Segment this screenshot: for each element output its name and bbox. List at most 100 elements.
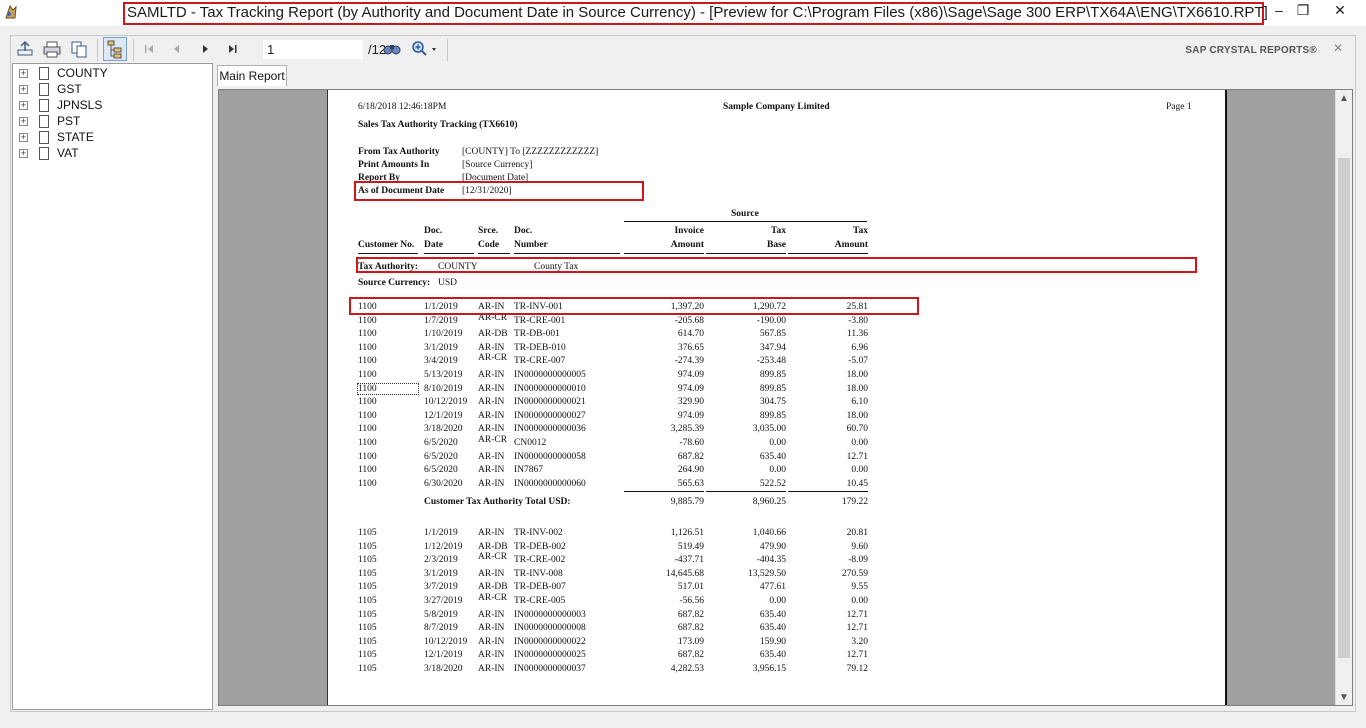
tax-base-cell: -253.48 (756, 356, 786, 367)
report-row: 1105 8/7/2019 AR-IN IN0000000000008 687.82 63… (328, 623, 1225, 636)
tree-item-label: STATE (57, 130, 94, 144)
tax-amount-cell: 3.20 (851, 636, 868, 647)
srce-code-cell: AR-CR (478, 353, 508, 364)
find-icon[interactable] (382, 39, 402, 59)
report-row: 1105 12/1/2019 AR-IN IN0000000000025 687.82 6… (328, 650, 1225, 663)
scroll-thumb[interactable] (1338, 158, 1350, 658)
last-page-icon[interactable] (223, 39, 243, 59)
doc-date-cell: 3/18/2020 (424, 424, 463, 435)
first-page-icon[interactable] (139, 39, 159, 59)
invoice-amount-cell: 519.49 (677, 541, 704, 552)
tax-base-cell: 635.40 (759, 623, 786, 634)
tree-item-label: COUNTY (57, 66, 108, 80)
tax-amount-cell: 0.00 (851, 465, 868, 476)
param-label: Print Amounts In (358, 160, 430, 170)
tab-main-report[interactable]: Main Report (217, 65, 287, 86)
window-title: SAMLTD - Tax Tracking Report (by Authori… (127, 4, 1268, 21)
close-view-icon[interactable]: ✕ (1333, 41, 1343, 55)
tax-amount-cell: 11.36 (846, 329, 868, 340)
group-total-tax: 179.22 (841, 497, 868, 507)
report-row: 1105 3/27/2019 AR-CR TR-CRE-005 -56.56 0.00 0.… (328, 593, 1225, 609)
tax-amount-cell: 270.59 (841, 568, 868, 579)
vertical-scrollbar[interactable]: ▲ ▼ (1335, 90, 1352, 705)
tax-amount-cell: 18.00 (846, 383, 868, 394)
copy-icon[interactable] (69, 39, 89, 59)
report-viewer[interactable]: 6/18/2018 12:46:18PM Sample Company Limi… (218, 89, 1353, 706)
doc-number-cell: IN0000000000008 (514, 623, 586, 634)
tax-amount-cell: 9.55 (851, 582, 868, 593)
brand-label: SAP CRYSTAL REPORTS® (1185, 45, 1317, 56)
report-row: 1105 3/7/2019 AR-DB TR-DEB-007 517.01 477.61 9… (328, 582, 1225, 595)
expand-icon[interactable]: + (19, 69, 28, 78)
tree-item-label: VAT (57, 146, 79, 160)
doc-date-cell: 6/5/2020 (424, 465, 458, 476)
expand-icon[interactable]: + (19, 133, 28, 142)
srce-code-cell: AR-IN (478, 609, 505, 620)
customer-no-cell: 1100 (358, 410, 377, 421)
report-row: 1100 3/1/2019 AR-IN TR-DEB-010 376.65 347.94 6… (328, 342, 1225, 356)
tax-base-cell: 0.00 (769, 465, 786, 476)
doc-number-cell: IN0000000000058 (514, 451, 586, 462)
expand-icon[interactable]: + (19, 117, 28, 126)
invoice-amount-cell: 565.63 (677, 478, 704, 489)
print-icon[interactable] (42, 39, 62, 59)
expand-icon[interactable]: + (19, 149, 28, 158)
restore-button[interactable]: ❐ (1290, 0, 1316, 22)
document-icon (39, 131, 49, 144)
export-icon[interactable] (15, 39, 35, 59)
doc-date-cell: 5/13/2019 (424, 370, 463, 380)
document-icon (39, 147, 49, 160)
page-label: Page 1 (1166, 102, 1192, 112)
invoice-amount-cell: -274.39 (674, 356, 704, 367)
previous-page-icon[interactable] (167, 39, 187, 59)
next-page-icon[interactable] (195, 39, 215, 59)
doc-date-cell: 1/7/2019 (424, 315, 458, 326)
report-date-time: 6/18/2018 12:46:18PM (358, 102, 447, 112)
tax-amount-cell: 6.10 (851, 397, 868, 408)
report-row: 1100 6/30/2020 AR-IN IN0000000000060 565.63 5… (328, 478, 1225, 492)
tax-base-cell: -190.00 (756, 315, 786, 326)
customer-no-cell: 1105 (358, 582, 377, 593)
document-date-highlight (354, 181, 644, 201)
zoom-icon[interactable] (410, 39, 440, 59)
invoice-amount-cell: -205.68 (674, 315, 704, 326)
srce-code-cell: AR-IN (478, 424, 505, 435)
doc-date-cell: 10/12/2019 (424, 397, 468, 408)
expand-icon[interactable]: + (19, 85, 28, 94)
doc-number-cell: TR-CRE-001 (514, 315, 566, 326)
srce-code-cell: AR-IN (478, 465, 505, 476)
tax-base-cell: 1,040.66 (752, 528, 786, 538)
col-header-srce-code-2: Code (478, 240, 500, 250)
doc-number-cell: IN0000000000027 (514, 410, 586, 421)
group-tree-toggle-icon[interactable] (103, 37, 127, 61)
app-icon[interactable] (4, 4, 18, 20)
doc-date-cell: 3/4/2019 (424, 356, 458, 367)
doc-number-cell: TR-CRE-002 (514, 555, 566, 566)
tax-base-cell: 635.40 (759, 609, 786, 620)
tax-base-cell: 347.94 (759, 342, 786, 353)
report-row: 1105 1/1/2019 AR-IN TR-INV-002 1,126.51 1,040… (328, 528, 1225, 541)
customer-no-cell: 1105 (358, 650, 377, 661)
toolbar: /12 SAP CRYSTAL REPORTS® ✕ (11, 36, 1355, 62)
page-number-input[interactable] (263, 40, 363, 59)
expand-icon[interactable]: + (19, 101, 28, 110)
param-value: [COUNTY] To [ZZZZZZZZZZZZ] (462, 147, 599, 157)
scroll-up-icon[interactable]: ▲ (1339, 94, 1349, 104)
document-icon (39, 99, 49, 112)
customer-no-cell: 1100 (358, 397, 377, 408)
customer-no-cell: 1105 (358, 528, 377, 538)
customer-no-cell: 1105 (358, 568, 377, 579)
tax-base-cell: 567.85 (759, 329, 786, 340)
close-button[interactable]: ✕ (1327, 0, 1353, 22)
customer-no-cell: 1100 (357, 382, 419, 395)
invoice-amount-cell: -437.71 (674, 555, 704, 566)
minimize-button[interactable]: – (1266, 0, 1292, 22)
customer-no-cell: 1100 (358, 329, 377, 340)
doc-date-cell: 6/5/2020 (424, 438, 458, 448)
report-row: 1100 3/18/2020 AR-IN IN0000000000036 3,285.3… (328, 424, 1225, 437)
doc-date-cell: 6/5/2020 (424, 451, 458, 462)
customer-no-cell: 1100 (358, 370, 377, 380)
doc-date-cell: 1/12/2019 (424, 541, 463, 552)
scroll-down-icon[interactable]: ▼ (1339, 693, 1349, 703)
invoice-amount-cell: -78.60 (679, 438, 704, 448)
